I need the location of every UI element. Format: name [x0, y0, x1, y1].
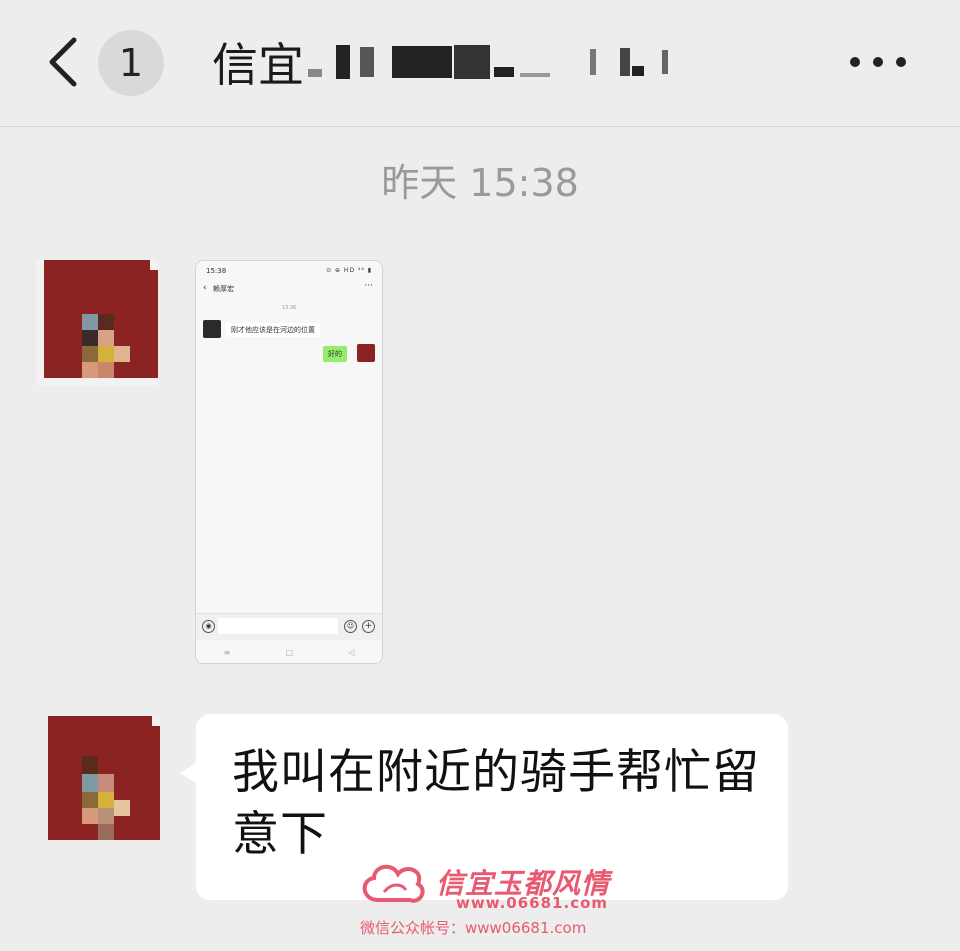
avatar-pixel: [82, 756, 98, 774]
mini-incoming-bubble: 刚才他应该是在河边的位置: [226, 323, 320, 337]
chat-header: 1 信宜: [0, 0, 960, 127]
chat-title: 信宜: [212, 30, 668, 94]
unread-count-badge[interactable]: 1: [98, 30, 164, 96]
avatar-pixel: [82, 792, 98, 808]
mini-more-icon: ···: [364, 281, 373, 291]
avatar-pixel: [82, 314, 98, 330]
avatar-pixel: [98, 792, 114, 808]
avatar-pixel: [82, 774, 98, 792]
more-dot-icon: [873, 57, 883, 67]
mini-home-icon: □: [285, 647, 294, 657]
mini-status-time: 15:38: [206, 267, 227, 275]
mini-outgoing-bubble: 好的: [323, 346, 347, 362]
watermark-logo-icon: [362, 864, 425, 903]
mini-emoji-icon: ☺: [344, 620, 357, 633]
more-dot-icon: [896, 57, 906, 67]
avatar-pixel: [82, 808, 98, 824]
more-button[interactable]: [850, 54, 906, 70]
mini-menu-icon: ≡: [223, 647, 231, 657]
mini-input-bar: ◉ ☺ +: [196, 613, 382, 640]
avatar-pixel: [98, 824, 114, 840]
avatar-pixel: [114, 800, 130, 816]
bubble-tail: [180, 762, 197, 784]
watermark-url: www.06681.com: [456, 894, 609, 912]
sender-avatar[interactable]: [48, 716, 160, 840]
avatar-pixel: [36, 260, 44, 386]
back-button[interactable]: [44, 36, 84, 88]
mini-plus-icon: +: [362, 620, 375, 633]
mini-avatar-icon: [203, 320, 221, 338]
sender-avatar[interactable]: [36, 260, 158, 386]
watermark-account: 微信公众帐号：www06681.com: [360, 919, 587, 937]
avatar-pixel: [98, 314, 114, 330]
avatar-pixel: [152, 716, 160, 726]
avatar-pixel: [82, 362, 98, 378]
avatar-pixel: [98, 774, 114, 792]
avatar-pixel: [114, 346, 130, 362]
mini-contact-name: 赖厚宏: [213, 285, 234, 293]
more-dot-icon: [850, 57, 860, 67]
avatar-pixel: [82, 346, 98, 362]
avatar-pixel: [82, 330, 98, 346]
redacted-title-block: [308, 45, 668, 79]
mini-avatar-icon: [357, 344, 375, 362]
avatar-pixel: [98, 330, 114, 346]
mini-timestamp: 13:36: [281, 305, 297, 311]
avatar-pixel: [98, 346, 114, 362]
mini-voice-icon: ◉: [202, 620, 215, 633]
mini-text-field: [218, 618, 338, 634]
avatar-pixel: [98, 362, 114, 378]
chat-title-text: 信宜: [212, 38, 304, 92]
mini-back-icon: ‹: [203, 283, 207, 293]
mini-back-nav-icon: ◁: [348, 647, 355, 657]
avatar-pixel: [150, 260, 158, 270]
message-text: 我叫在附近的骑手帮忙留意下: [232, 745, 760, 862]
chevron-left-icon: [49, 37, 77, 87]
message-timestamp: 昨天 15:38: [381, 161, 579, 205]
avatar-pixel: [98, 808, 114, 824]
image-message[interactable]: 15:38 ⊙ ⊕ HD ⁴⁶ ▮ ‹ 赖厚宏 ··· 13:36 刚才他应该是…: [195, 260, 383, 664]
avatar-pixel: [44, 378, 158, 386]
mini-nav-bar: ≡ □ ◁: [196, 641, 382, 663]
mini-status-icons: ⊙ ⊕ HD ⁴⁶ ▮: [326, 267, 372, 274]
